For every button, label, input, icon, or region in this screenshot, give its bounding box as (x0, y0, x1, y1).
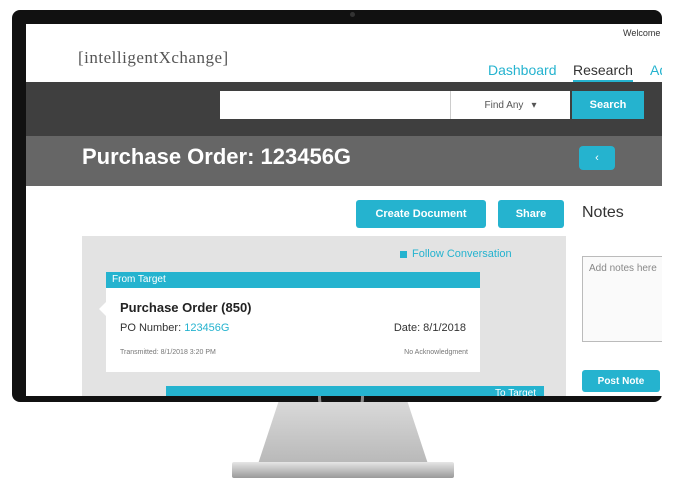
search-button[interactable]: Search (572, 91, 644, 119)
top-bar: [intelligentXchange] Welcome Dashboard R… (26, 24, 662, 82)
nav-dashboard[interactable]: Dashboard (488, 62, 557, 78)
share-button[interactable]: Share (498, 200, 564, 228)
page-title: Purchase Order: 123456G (82, 144, 352, 169)
conversation-feed: Follow Conversation From Target Purchase… (82, 236, 566, 396)
po-label: PO Number: (120, 322, 182, 334)
title-band: Purchase Order: 123456G ‹ (26, 136, 662, 186)
card-title: Purchase Order (850) (120, 300, 252, 315)
notes-title: Notes (582, 204, 624, 221)
main-content: Create Document Share Notes Add notes he… (26, 186, 662, 396)
search-filter-select[interactable]: Find Any ▾ (450, 91, 570, 119)
card2-header: To Target (166, 386, 544, 396)
chevron-down-icon: ▾ (531, 99, 537, 111)
search-bar: Find Any ▾ Search (26, 82, 662, 136)
card-date: Date: 8/1/2018 (393, 322, 466, 334)
nav-research[interactable]: Research (573, 62, 633, 82)
ack-status: No Acknowledgment (404, 349, 468, 356)
monitor-frame: [intelligentXchange] Welcome Dashboard R… (12, 10, 662, 402)
monitor-base (232, 462, 454, 478)
logo: [intelligentXchange] (78, 48, 229, 67)
nav-ad[interactable]: Ad (650, 62, 662, 78)
post-note-button[interactable]: Post Note (582, 370, 660, 392)
follow-conversation-link[interactable]: Follow Conversation (400, 248, 512, 260)
screen: [intelligentXchange] Welcome Dashboard R… (26, 24, 662, 396)
chevron-left-icon: ‹ (595, 152, 599, 164)
transmitted-text: Transmitted: 8/1/2018 3:20 PM (120, 349, 216, 356)
camera-icon (350, 12, 355, 17)
create-document-button[interactable]: Create Document (356, 200, 486, 228)
follow-label: Follow Conversation (412, 248, 512, 260)
po-number-link[interactable]: 123456G (184, 322, 229, 334)
back-button[interactable]: ‹ (579, 146, 615, 170)
message-card[interactable]: From Target Purchase Order (850) PO Numb… (99, 272, 480, 372)
po-number-line: PO Number: 123456G (120, 322, 229, 334)
welcome-text: Welcome (623, 28, 661, 38)
follow-icon (400, 250, 407, 258)
card-header: From Target (106, 272, 480, 288)
search-input[interactable] (220, 91, 450, 119)
notes-textarea[interactable]: Add notes here (582, 256, 662, 342)
search-filter-value: Find Any (484, 99, 524, 111)
monitor-stand (258, 402, 428, 464)
card-pointer (99, 302, 106, 316)
